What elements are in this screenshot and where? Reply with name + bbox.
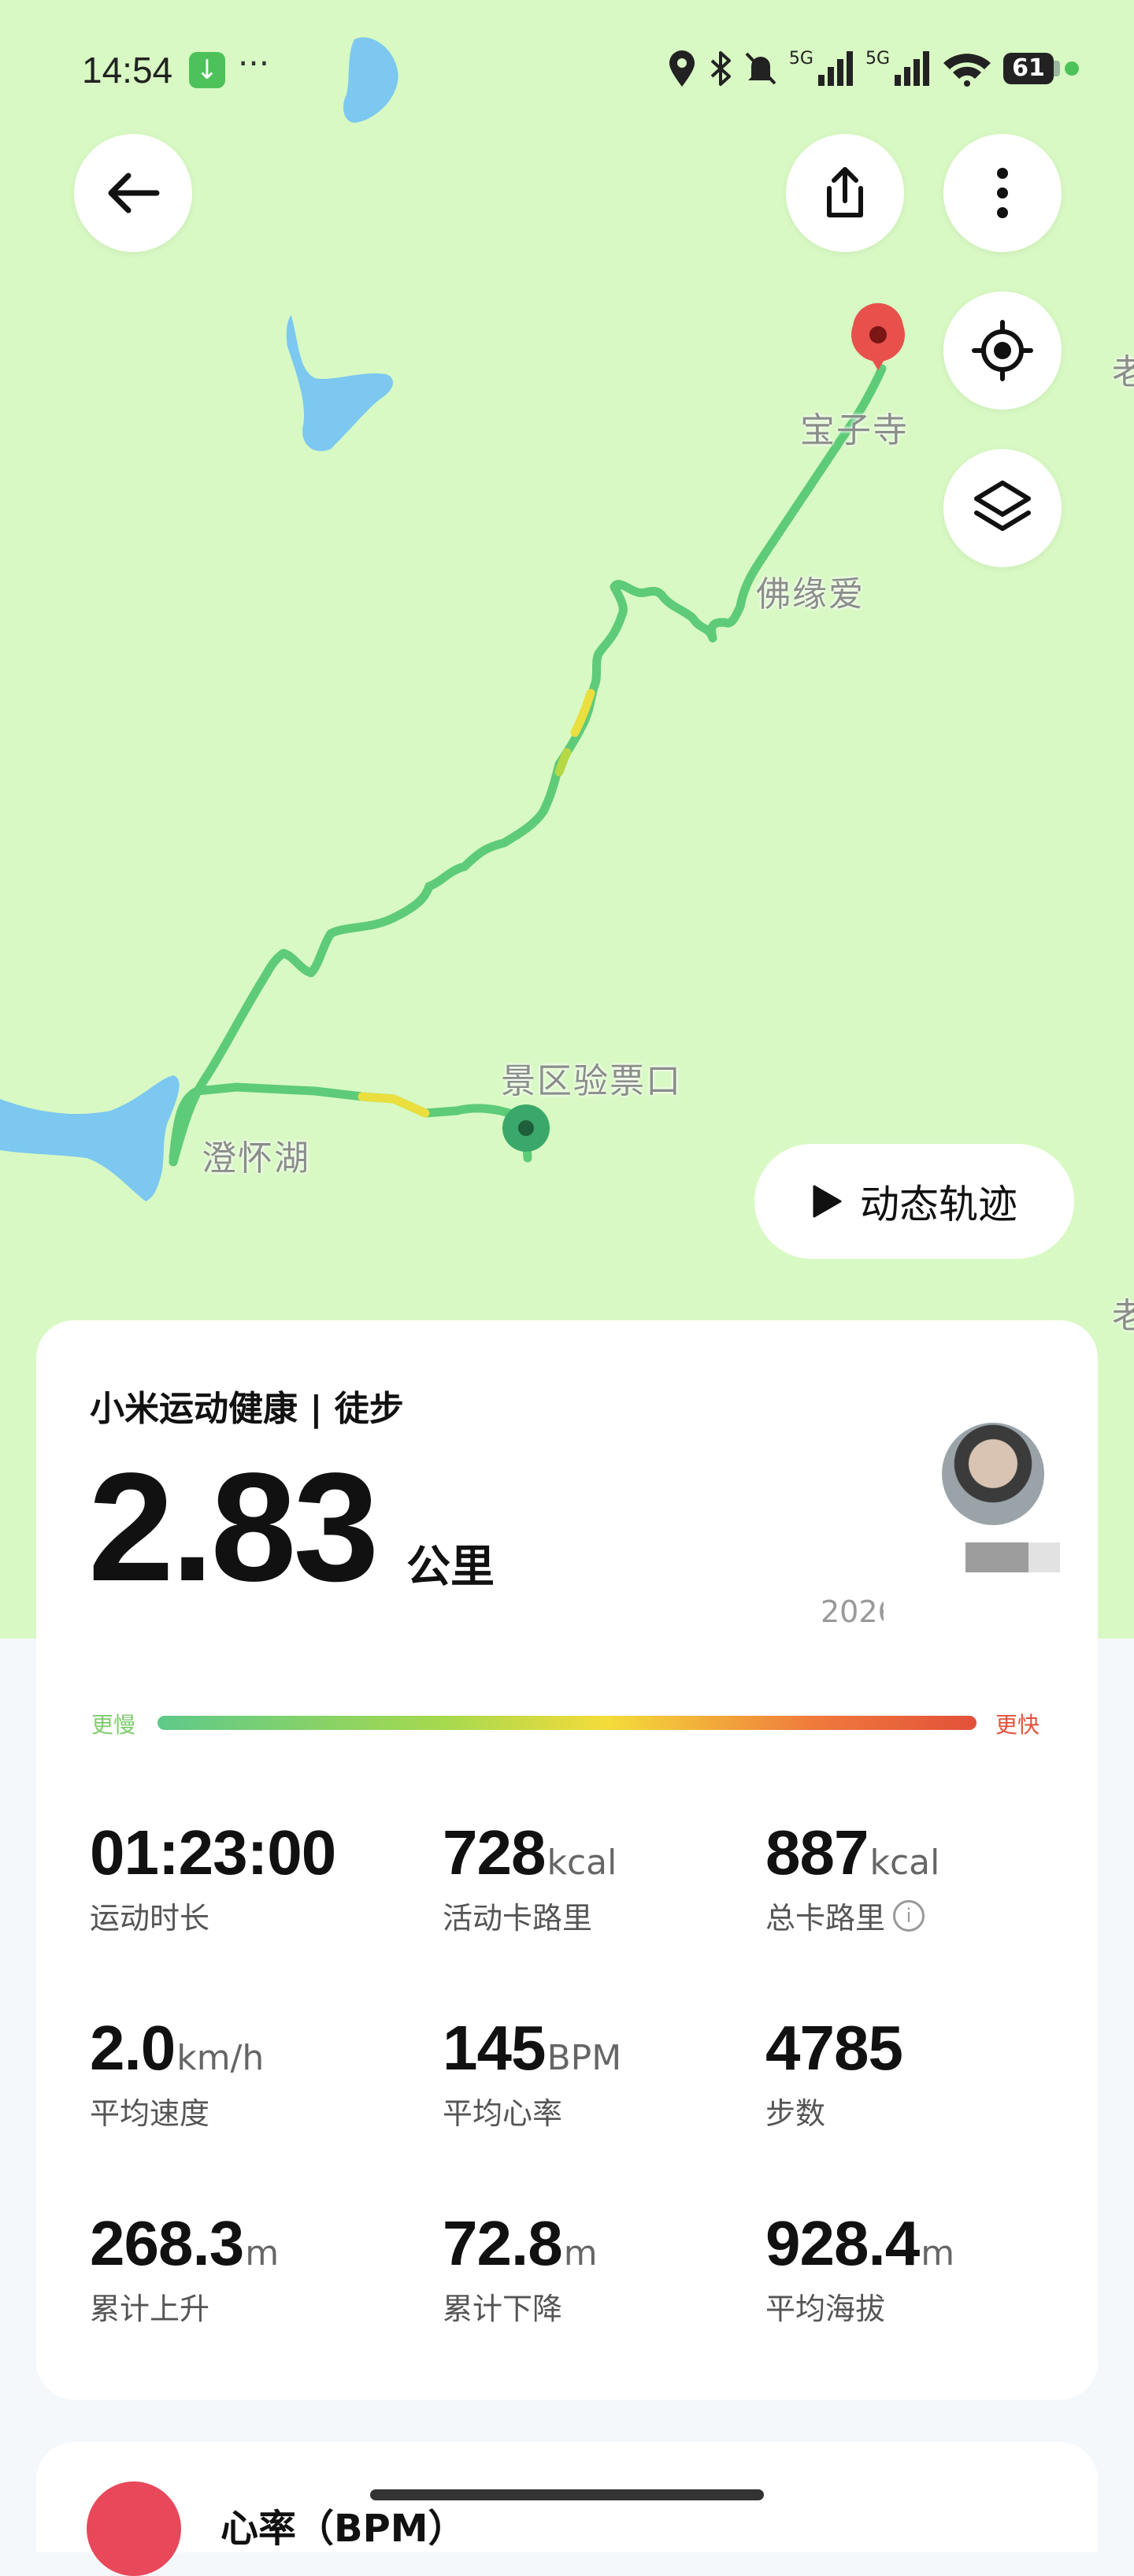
dynamic-track-button[interactable]: 动态轨迹 (754, 1144, 1074, 1259)
locate-icon (972, 320, 1033, 381)
layers-icon (974, 481, 1031, 531)
more-vertical-icon (997, 168, 1008, 218)
stat-value: 145 (443, 2013, 546, 2083)
stat-label: 活动卡路里 (443, 1901, 593, 1936)
stat-ascent: 268.3m 累计上升 (90, 2207, 279, 2328)
share-button[interactable] (786, 134, 904, 252)
end-pin-icon (851, 303, 905, 370)
more-options-button[interactable] (943, 134, 1062, 252)
stat-label: 运动时长 (90, 1901, 210, 1936)
status-bar: 14:54 ↓ ··· 5G 5G 61 (0, 0, 1134, 142)
map-label-temple: 宝子寺 (800, 410, 909, 451)
battery-indicator: 61 (1003, 53, 1060, 84)
lake-mid (286, 315, 394, 451)
stat-value: 01:23:00 (90, 1817, 336, 1887)
map-label-foyuan: 佛缘爱 (756, 574, 865, 614)
stat-value: 268.3 (90, 2208, 244, 2278)
signal-icon-1 (817, 51, 853, 86)
track-fast-segment-2 (358, 1092, 430, 1118)
stat-label: 平均海拔 (765, 2292, 886, 2326)
start-pin-icon (502, 1104, 550, 1152)
mute-bell-icon (745, 52, 776, 85)
map-label-ticket-gate: 景区验票口 (501, 1061, 682, 1101)
stat-unit: km/h (176, 2038, 265, 2078)
workout-date: 2026 (821, 1594, 884, 1629)
stat-unit: m (245, 2233, 280, 2273)
green-dot-indicator (1065, 61, 1079, 76)
stat-unit: BPM (547, 2038, 622, 2078)
pace-gradient-bar (158, 1716, 976, 1730)
network-5g-label-2: 5G (865, 49, 890, 69)
stat-descent: 72.8m 累计下降 (443, 2207, 598, 2328)
stat-unit: m (563, 2233, 598, 2273)
map-label-edge-top: 老 (1112, 352, 1134, 392)
stat-value: 2.0 (90, 2013, 176, 2083)
status-time: 14:54 (82, 50, 173, 91)
stat-duration: 01:23:00 运动时长 (90, 1817, 337, 1937)
map-label-edge-bottom: 老 (1112, 1296, 1134, 1336)
distance-unit: 公里 (406, 1542, 495, 1593)
pace-fast-label: 更快 (995, 1712, 1040, 1738)
workout-summary-card: 小米运动健康 | 徒步 2.83 公里 2026 更慢 更快 01:23:00 … (36, 1320, 1098, 2400)
stat-steps: 4785 步数 (765, 2012, 904, 2132)
stat-label: 步数 (765, 2096, 826, 2131)
locate-button[interactable] (943, 291, 1062, 410)
map-layers-button[interactable] (943, 449, 1062, 567)
info-icon[interactable]: i (893, 1899, 925, 1932)
stat-unit: kcal (547, 1843, 617, 1883)
download-icon: ↓ (189, 52, 225, 88)
stat-value: 887 (765, 1817, 869, 1887)
status-more: ··· (238, 44, 270, 83)
pace-slow-label: 更慢 (91, 1712, 136, 1738)
stat-value: 72.8 (443, 2208, 563, 2278)
network-5g-label-1: 5G (788, 49, 813, 69)
share-icon (827, 167, 863, 217)
dynamic-track-label: 动态轨迹 (860, 1182, 1017, 1227)
stat-value: 928.4 (765, 2208, 920, 2278)
username-redacted-fade (1028, 1542, 1060, 1572)
back-button[interactable] (74, 134, 192, 252)
stat-value: 728 (443, 1817, 546, 1887)
arrow-left-icon (108, 173, 160, 213)
location-icon (669, 50, 695, 87)
home-indicator[interactable] (370, 2489, 764, 2500)
stat-label: 累计上升 (90, 2292, 210, 2326)
distance-value: 2.83 (88, 1441, 379, 1613)
stat-unit: kcal (869, 1843, 940, 1883)
heart-rate-title: 心率（BPM） (220, 2507, 466, 2551)
stat-label: 平均心率 (443, 2096, 563, 2131)
stat-label: 平均速度 (90, 2096, 210, 2131)
stat-total-calories: 887kcal 总卡路里 i (765, 1817, 939, 1937)
stat-avg-altitude: 928.4m 平均海拔 (765, 2207, 954, 2328)
heart-icon (87, 2481, 181, 2576)
bluetooth-icon (710, 51, 731, 86)
route-track (169, 364, 887, 1167)
stat-avg-heart-rate: 145BPM 平均心率 (443, 2012, 621, 2132)
map-label-lake: 澄怀湖 (202, 1138, 310, 1179)
play-icon (813, 1185, 842, 1218)
username-redacted (965, 1542, 1028, 1572)
stat-active-calories: 728kcal 活动卡路里 (443, 1817, 617, 1937)
status-right-icons: 5G 5G 61 (666, 49, 1079, 88)
lake-chenghuai (0, 1075, 180, 1201)
stat-value: 4785 (765, 2013, 903, 2083)
stat-label: 累计下降 (443, 2292, 563, 2326)
stat-avg-speed: 2.0km/h 平均速度 (90, 2012, 264, 2132)
avatar[interactable] (942, 1423, 1044, 1525)
stat-label: 总卡路里 (765, 1901, 886, 1936)
stat-unit: m (921, 2233, 955, 2273)
app-activity-title: 小米运动健康 | 徒步 (90, 1389, 404, 1429)
signal-icon-2 (895, 51, 929, 86)
wifi-icon (943, 54, 991, 87)
